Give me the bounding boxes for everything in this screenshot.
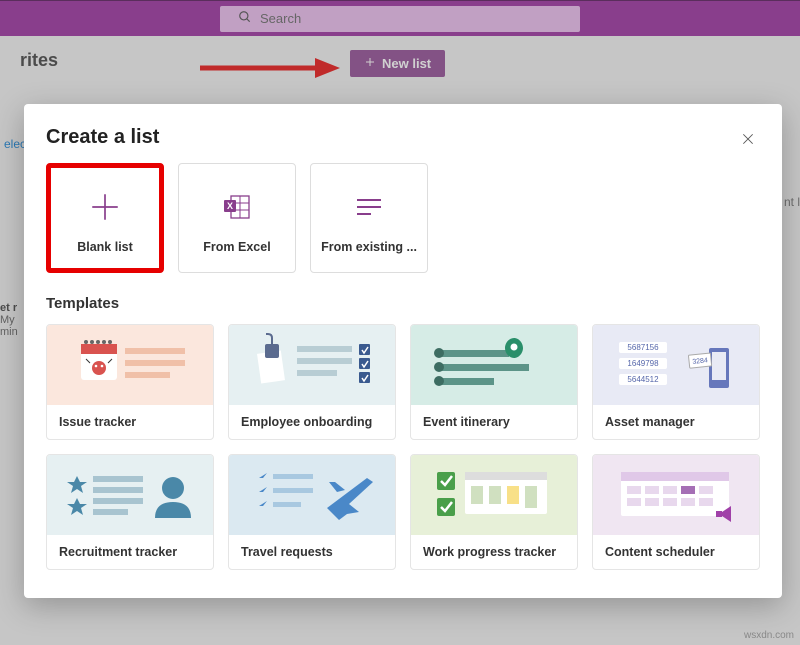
svg-text:5644512: 5644512 xyxy=(627,375,659,384)
template-label: Employee onboarding xyxy=(229,405,395,439)
template-label: Issue tracker xyxy=(47,405,213,439)
template-thumb xyxy=(411,325,577,405)
template-label: Travel requests xyxy=(229,535,395,569)
template-thumb xyxy=(47,455,213,535)
modal-title: Create a list xyxy=(46,126,760,149)
template-event-itinerary[interactable]: Event itinerary xyxy=(410,324,578,440)
template-asset-manager[interactable]: 5687156164979856445123284 Asset manager xyxy=(592,324,760,440)
from-excel-option[interactable]: X From Excel xyxy=(178,163,296,273)
template-work-progress-tracker[interactable]: Work progress tracker xyxy=(410,454,578,570)
template-issue-tracker[interactable]: Issue tracker xyxy=(46,324,214,440)
template-recruitment-tracker[interactable]: Recruitment tracker xyxy=(46,454,214,570)
close-icon xyxy=(741,132,755,149)
template-thumb xyxy=(593,455,759,535)
template-label: Event itinerary xyxy=(411,405,577,439)
search-input[interactable]: Search xyxy=(220,6,580,32)
watermark: wsxdn.com xyxy=(744,630,794,641)
template-label: Content scheduler xyxy=(593,535,759,569)
templates-heading: Templates xyxy=(46,295,760,312)
option-label: Blank list xyxy=(77,240,133,254)
template-thumb xyxy=(411,455,577,535)
template-thumb xyxy=(229,455,395,535)
template-label: Work progress tracker xyxy=(411,535,577,569)
template-grid: Issue tracker Employee onboarding Event … xyxy=(46,324,760,570)
svg-text:1649798: 1649798 xyxy=(627,359,659,368)
template-label: Asset manager xyxy=(593,405,759,439)
template-content-scheduler[interactable]: Content scheduler xyxy=(592,454,760,570)
excel-icon: X xyxy=(222,182,252,232)
list-icon xyxy=(355,182,383,232)
svg-text:5687156: 5687156 xyxy=(627,343,659,352)
search-placeholder: Search xyxy=(260,11,301,26)
template-thumb xyxy=(47,325,213,405)
close-button[interactable] xyxy=(736,128,760,152)
option-label: From existing ... xyxy=(321,240,417,254)
plus-icon xyxy=(88,182,122,232)
template-thumb: 5687156164979856445123284 xyxy=(593,325,759,405)
template-travel-requests[interactable]: Travel requests xyxy=(228,454,396,570)
svg-text:X: X xyxy=(227,201,233,211)
create-list-modal: Create a list Blank list X From Excel Fr… xyxy=(24,104,782,598)
template-label: Recruitment tracker xyxy=(47,535,213,569)
search-icon xyxy=(238,10,252,27)
topbar: Search xyxy=(0,0,800,36)
template-employee-onboarding[interactable]: Employee onboarding xyxy=(228,324,396,440)
template-thumb xyxy=(229,325,395,405)
blank-list-option[interactable]: Blank list xyxy=(46,163,164,273)
option-label: From Excel xyxy=(203,240,270,254)
from-existing-option[interactable]: From existing ... xyxy=(310,163,428,273)
creation-options: Blank list X From Excel From existing ..… xyxy=(46,163,760,273)
